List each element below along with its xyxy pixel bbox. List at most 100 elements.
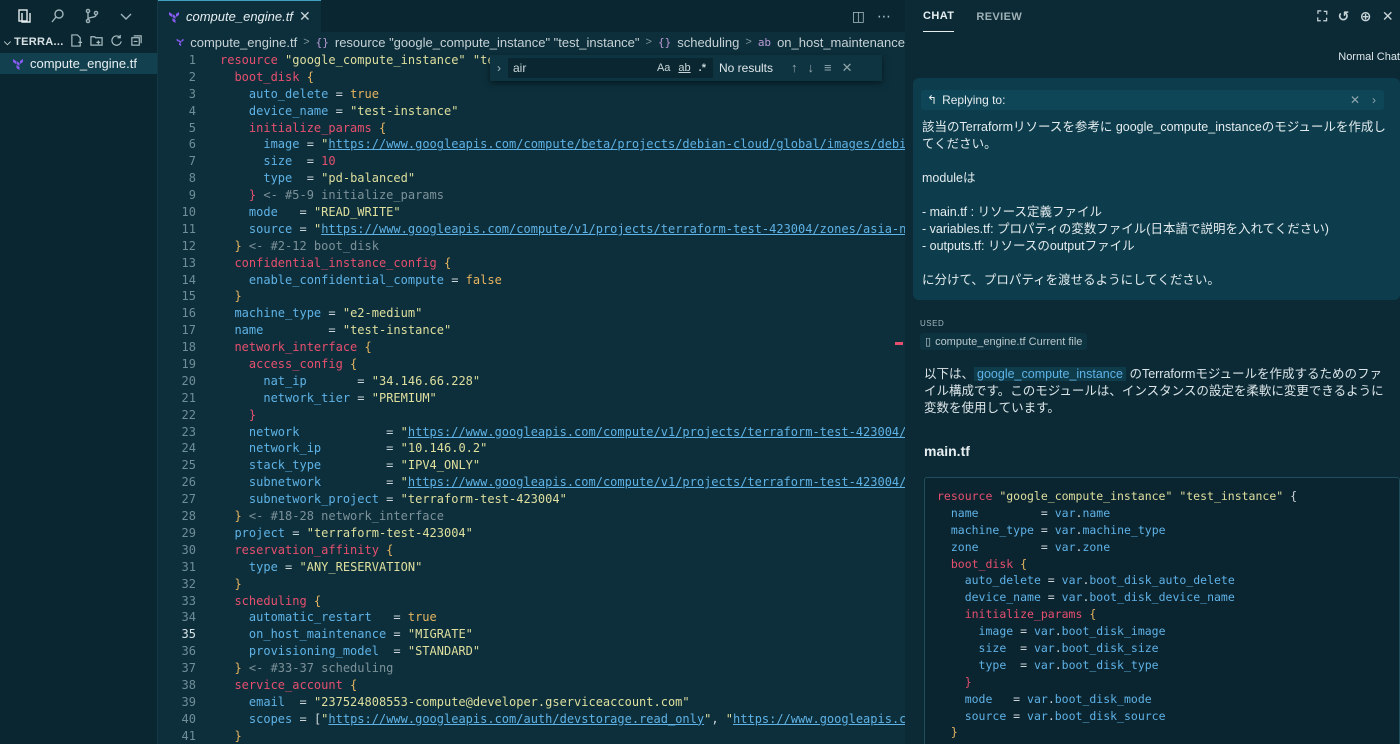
code-line[interactable]: 28 } <- #18-28 network_interface [158,508,905,525]
code-line[interactable]: 10 mode = "READ_WRITE" [158,204,905,221]
line-content: machine_type = "e2-medium" [196,305,422,322]
split-editor-icon[interactable]: ◫ [852,8,865,25]
code-line[interactable]: 26 subnetwork = "https://www.googleapis.… [158,474,905,491]
tab-review[interactable]: REVIEW [976,11,1022,32]
symbol-icon: {} [657,35,672,49]
code-line[interactable]: 30 reservation_affinity { [158,542,905,559]
code-line[interactable]: 35 on_host_maintenance = "MIGRATE" [158,626,905,643]
breadcrumb-item[interactable]: resource "google_compute_instance" "test… [335,35,640,50]
code-token: https://www.googleapis.com/auth [733,711,905,726]
search-icon[interactable] [50,8,66,24]
breadcrumb-item[interactable]: compute_engine.tf [190,35,297,50]
code-token: boot_disk_device_name [1089,590,1235,605]
breadcrumb-item[interactable]: on_host_maintenance [777,35,905,50]
match-case-icon[interactable]: Aa [657,62,670,74]
code-line[interactable]: 40 scopes = ["https://www.googleapis.com… [158,711,905,728]
code-token: "terraform-test-423004" [306,525,473,540]
code-line[interactable]: 12 } <- #2-12 boot_disk [158,238,905,255]
chevron-down-icon[interactable] [118,8,134,24]
line-number: 11 [181,221,196,236]
find-in-selection-icon[interactable]: ≡ [824,60,832,76]
code-line[interactable]: 7 size = 10 [158,153,905,170]
find-input[interactable]: air Aa ab .* [508,58,713,78]
close-icon[interactable]: ✕ [1350,93,1360,107]
code-token: <- #33-37 scheduling [241,661,394,676]
code-line[interactable]: 24 network_ip = "10.146.0.2" [158,440,905,457]
close-icon[interactable]: ✕ [842,60,853,76]
tab-chat[interactable]: CHAT [923,10,955,32]
code-line[interactable]: 17 name = "test-instance" [158,322,905,339]
code-area[interactable]: 1 resource "google_compute_instance" "tes… [158,52,905,744]
files-icon[interactable] [16,8,32,24]
code-line[interactable]: 5 initialize_params { [158,120,905,137]
user-message[interactable]: ↰ Replying to: ✕ › 該当のTerraformリソースを参考に … [913,78,1400,300]
code-line[interactable]: 6 image = "https://www.googleapis.com/co… [158,136,905,153]
breadcrumb-item[interactable]: scheduling [677,35,739,50]
arrow-down-icon[interactable]: ↓ [808,60,815,76]
code-line[interactable]: 33 scheduling { [158,593,905,610]
refresh-icon[interactable] [110,34,123,50]
code-token: = [292,171,322,186]
code-block[interactable]: resource "google_compute_instance" "test… [924,477,1400,744]
explorer-file-item[interactable]: compute_engine.tf [0,53,157,74]
code-line[interactable]: 18 network_interface { [158,339,905,356]
code-line[interactable]: 3 auto_delete = true [158,86,905,103]
code-token: initialize_params [248,120,372,135]
chat-mode-label[interactable]: Normal Chat [1338,51,1400,63]
code-line[interactable]: 14 enable_confidential_compute = false [158,272,905,289]
code-line[interactable]: 32 } [158,576,905,593]
whole-word-icon[interactable]: ab [678,62,690,74]
code-line[interactable]: 34 automatic_restart = true [158,609,905,626]
history-icon[interactable]: ↺ [1338,8,1350,25]
collapse-all-icon[interactable] [130,34,143,50]
code-line[interactable]: 22 } [158,407,905,424]
used-file-chip[interactable]: ▯ compute_engine.tf Current file [920,333,1088,350]
code-line[interactable]: 11 source = "https://www.googleapis.com/… [158,221,905,238]
code-line[interactable]: 8 type = "pd-balanced" [158,170,905,187]
code-line[interactable]: 19 access_config { [158,356,905,373]
code-token: var [1033,624,1055,639]
code-token: mode [248,205,278,220]
code-token: <- #5-9 initialize_params [256,188,444,203]
explorer-section-header[interactable]: ⌵ TERRA... [0,32,157,52]
code-line[interactable]: 31 type = "ANY_RESERVATION" [158,559,905,576]
code-line[interactable]: 15 } [158,288,905,305]
code-line[interactable]: 41 } [158,728,905,744]
code-line[interactable]: 38 service_account { [158,677,905,694]
code-line[interactable]: 9 } <- #5-9 initialize_params [158,187,905,204]
code-line[interactable]: 20 nat_ip = "34.146.66.228" [158,373,905,390]
tab-compute-engine[interactable]: compute_engine.tf ✕ [158,0,321,32]
new-file-icon[interactable] [70,34,83,50]
code-token: mode [964,691,993,706]
new-chat-icon[interactable]: ⊕ [1360,8,1372,25]
code-token: resource [937,489,1000,503]
code-line[interactable]: 37 } <- #33-37 scheduling [158,660,905,677]
code-line[interactable]: 23 network = "https://www.googleapis.com… [158,424,905,441]
code-token: type [263,171,293,186]
code-line[interactable]: 25 stack_type = "IPV4_ONLY" [158,457,905,474]
chevron-right-icon[interactable]: › [490,61,508,75]
chevron-right-icon[interactable]: › [1372,93,1376,107]
code-line: } [937,674,1399,691]
regex-icon[interactable]: .* [699,62,706,74]
line-number: 29 [181,525,196,540]
code-token: https://www.googleapis.com/compute/v1/pr… [407,424,905,439]
code-line[interactable]: 16 machine_type = "e2-medium" [158,305,905,322]
code-line[interactable]: 29 project = "terraform-test-423004" [158,525,905,542]
fullscreen-icon[interactable]: ⛶ [1317,8,1327,25]
code-reference[interactable]: google_compute_instance [974,367,1126,381]
more-actions-icon[interactable]: ⋯ [877,8,891,25]
code-line[interactable]: 36 provisioning_model = "STANDARD" [158,643,905,660]
new-folder-icon[interactable] [89,34,103,50]
code-line[interactable]: 21 network_tier = "PREMIUM" [158,390,905,407]
close-icon[interactable]: ✕ [299,8,311,25]
code-line[interactable]: 39 email = "237524808553-compute@develop… [158,694,905,711]
line-number: 2 [188,69,196,84]
source-control-icon[interactable] [84,8,100,24]
code-line[interactable]: 4 device_name = "test-instance" [158,103,905,120]
close-icon[interactable]: ✕ [1382,8,1394,25]
code-line[interactable]: 13 confidential_instance_config { [158,255,905,272]
code-line[interactable]: 27 subnetwork_project = "terraform-test-… [158,491,905,508]
arrow-up-icon[interactable]: ↑ [791,60,798,76]
code-token: { [342,357,358,372]
